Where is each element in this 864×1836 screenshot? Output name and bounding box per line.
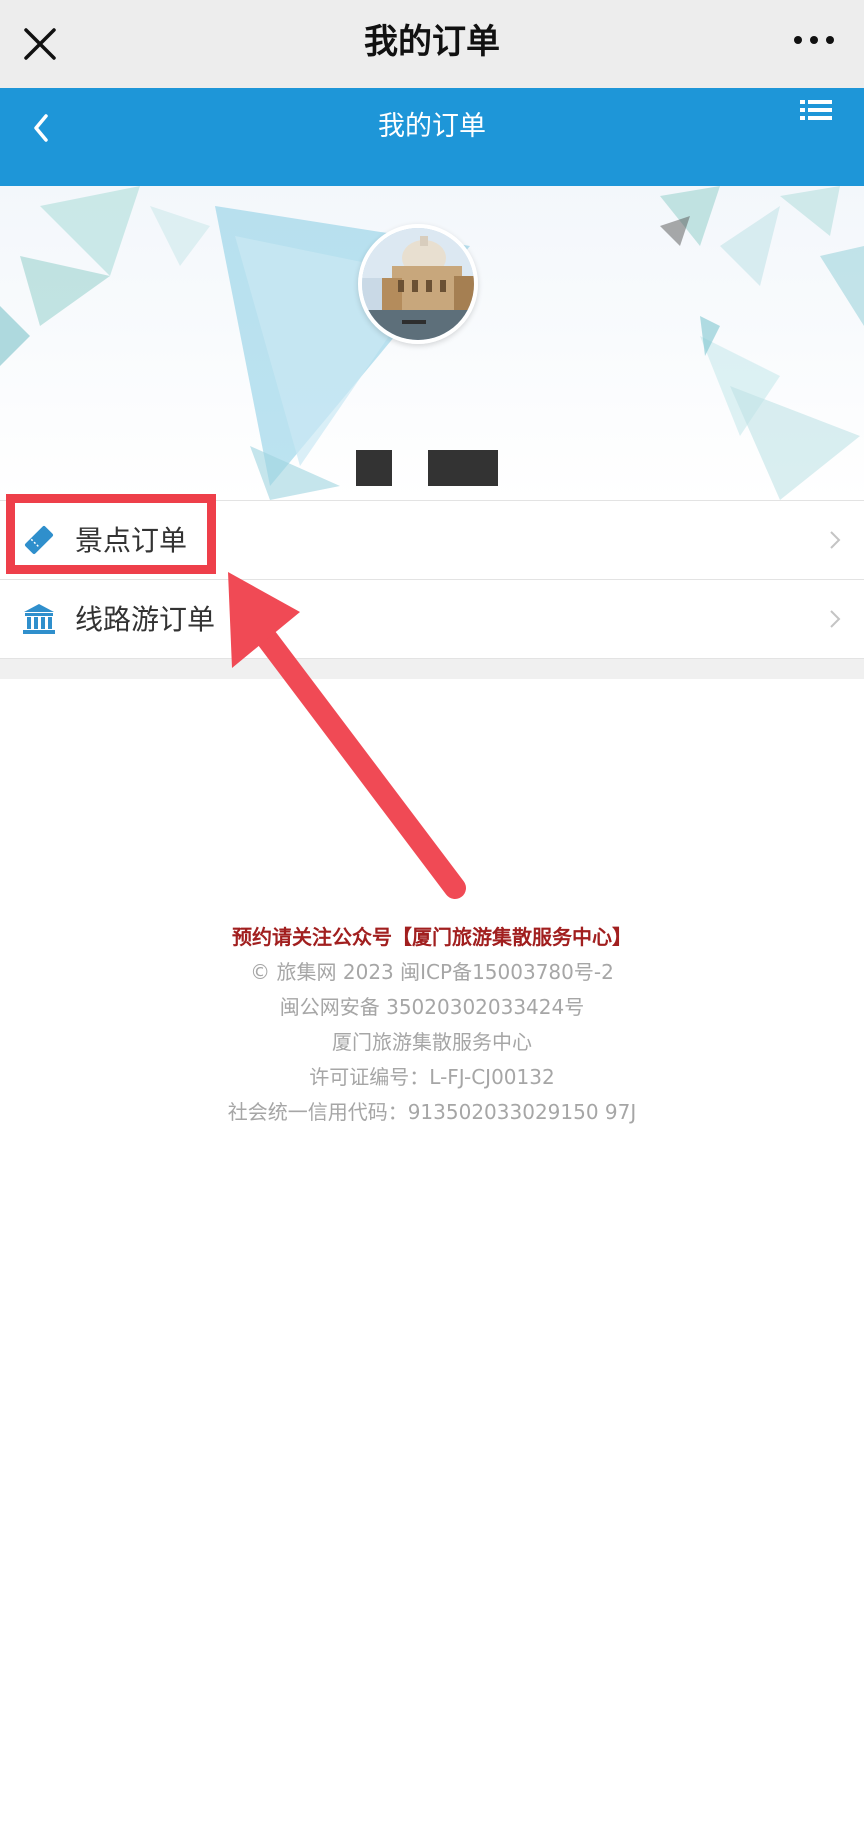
chevron-right-icon xyxy=(830,610,841,628)
route-tour-order-item[interactable]: 线路游订单 xyxy=(0,580,864,659)
menu-item-label: 线路游订单 xyxy=(75,603,216,636)
list-menu-icon[interactable] xyxy=(800,98,832,126)
wechat-title: 我的订单 xyxy=(364,22,500,62)
police-record-text: 闽公网安备 35020302033424号 xyxy=(279,995,585,1019)
more-icon[interactable] xyxy=(792,30,836,50)
copyright-text: © 旅集网 2023 闽ICP备15003780号-2 xyxy=(250,960,614,984)
app-header: 我的订单 xyxy=(0,88,864,186)
license-number: 许可证编号：L-FJ-CJ00132 xyxy=(309,1065,555,1089)
masked-username-part xyxy=(356,450,392,486)
avatar-image xyxy=(362,228,474,340)
bank-building-icon xyxy=(23,604,55,634)
highlight-box xyxy=(6,494,216,574)
section-divider xyxy=(0,659,864,679)
masked-username-part xyxy=(428,450,498,486)
follow-notice: 预约请关注公众号【厦门旅游集散服务中心】 xyxy=(232,925,632,949)
wechat-top-bar: 我的订单 xyxy=(0,0,864,88)
chevron-right-icon xyxy=(830,531,841,549)
organization-name: 厦门旅游集散服务中心 xyxy=(332,1030,532,1054)
profile-banner xyxy=(0,186,864,500)
page-footer: 预约请关注公众号【厦门旅游集散服务中心】 © 旅集网 2023 闽ICP备150… xyxy=(0,920,864,1130)
page-title: 我的订单 xyxy=(378,111,486,142)
credit-code: 社会统一信用代码：913502033029150 97J xyxy=(227,1100,637,1124)
avatar[interactable] xyxy=(358,224,478,344)
